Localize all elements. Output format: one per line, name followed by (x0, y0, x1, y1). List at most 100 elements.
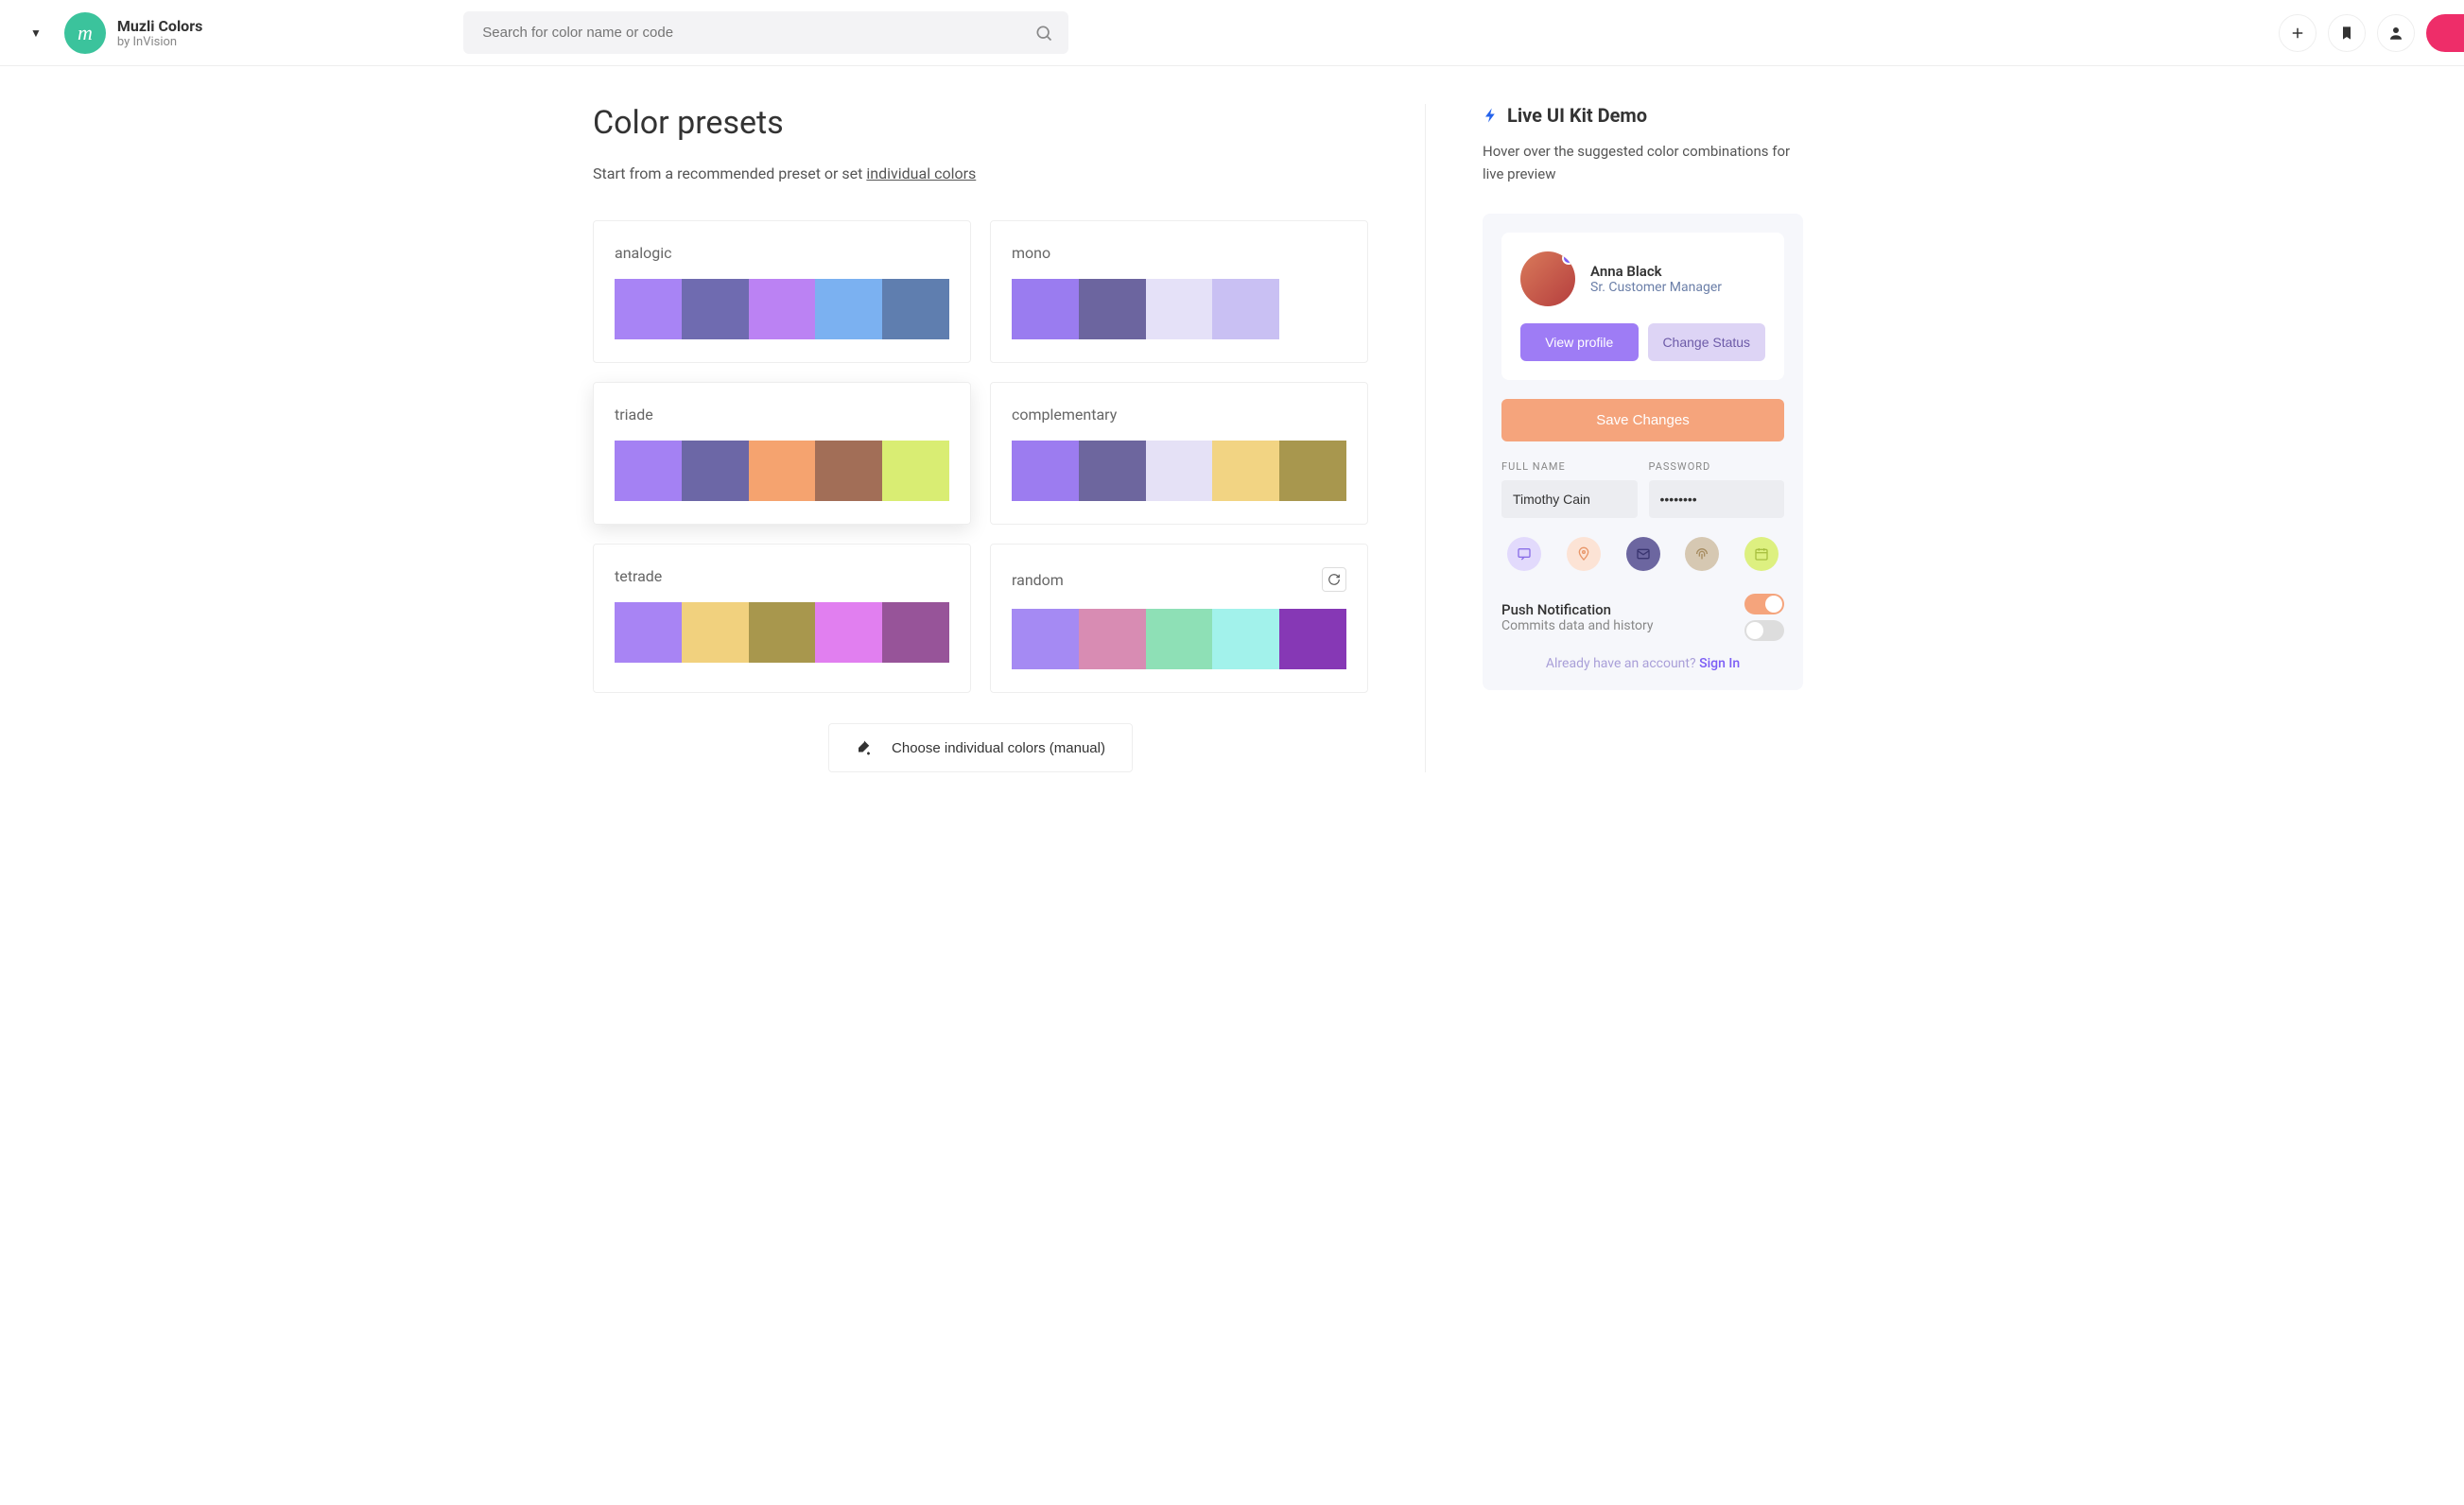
color-swatch[interactable] (1146, 279, 1213, 339)
color-swatch[interactable] (1012, 279, 1079, 339)
profile-role: Sr. Customer Manager (1590, 280, 1722, 295)
preset-card-analogic[interactable]: analogic (593, 220, 971, 363)
add-button[interactable] (2279, 14, 2317, 52)
preset-name-label: triade (615, 406, 653, 424)
color-swatch[interactable] (1212, 441, 1279, 501)
profile-card: Anna Black Sr. Customer Manager View pro… (1501, 233, 1784, 380)
color-swatch[interactable] (882, 279, 949, 339)
preset-card-random[interactable]: random (990, 544, 1368, 693)
avatar (1520, 251, 1575, 306)
calendar-icon[interactable] (1744, 537, 1779, 571)
color-swatch[interactable] (1079, 441, 1146, 501)
manual-button-label: Choose individual colors (manual) (892, 740, 1105, 756)
color-swatch[interactable] (1279, 441, 1346, 501)
swatch-row (615, 602, 949, 663)
save-changes-button[interactable]: Save Changes (1501, 399, 1784, 441)
fullname-input[interactable] (1501, 480, 1638, 518)
search-container (463, 11, 1068, 54)
page-subtitle: Start from a recommended preset or set i… (593, 164, 1368, 182)
color-swatch[interactable] (682, 279, 749, 339)
preset-name-label: mono (1012, 244, 1050, 262)
fingerprint-icon[interactable] (1685, 537, 1719, 571)
refresh-icon[interactable] (1322, 567, 1346, 592)
color-swatch[interactable] (1012, 609, 1079, 669)
color-swatch[interactable] (615, 441, 682, 501)
color-swatch[interactable] (615, 279, 682, 339)
preset-card-complementary[interactable]: complementary (990, 382, 1368, 525)
preset-name-label: complementary (1012, 406, 1117, 424)
swatch-row (615, 279, 949, 339)
demo-title: Live UI Kit Demo (1507, 104, 1647, 127)
color-swatch[interactable] (1212, 279, 1279, 339)
presets-grid: analogic mono triade complementary tetrade ra… (593, 220, 1368, 693)
subtitle-prefix: Start from a recommended preset or set (593, 164, 866, 182)
mail-icon[interactable] (1626, 537, 1660, 571)
page-title: Color presets (593, 104, 1368, 142)
profile-name: Anna Black (1590, 263, 1722, 280)
header-actions (2279, 14, 2441, 52)
demo-subtitle: Hover over the suggested color combinati… (1483, 140, 1803, 185)
fullname-label: FULL NAME (1501, 460, 1638, 473)
location-icon[interactable] (1567, 537, 1601, 571)
user-button[interactable] (2377, 14, 2415, 52)
color-swatch[interactable] (615, 602, 682, 663)
color-swatch[interactable] (682, 602, 749, 663)
preset-card-triade[interactable]: triade (593, 382, 971, 525)
brand[interactable]: m Muzli Colors by InVision (64, 12, 202, 54)
color-swatch[interactable] (1012, 441, 1079, 501)
swatch-row (1012, 441, 1346, 501)
paint-icon (856, 739, 873, 756)
push-toggle-on[interactable] (1744, 594, 1784, 614)
bolt-icon (1483, 107, 1500, 124)
color-swatch[interactable] (749, 279, 816, 339)
swatch-row (615, 441, 949, 501)
password-input[interactable] (1649, 480, 1785, 518)
push-toggle-off[interactable] (1744, 620, 1784, 641)
preset-name-label: analogic (615, 244, 672, 262)
icon-row (1501, 537, 1784, 571)
password-label: PASSWORD (1649, 460, 1785, 473)
demo-card: Anna Black Sr. Customer Manager View pro… (1483, 214, 1803, 690)
color-swatch[interactable] (1279, 609, 1346, 669)
signin-link[interactable]: Sign In (1699, 656, 1740, 671)
brand-title: Muzli Colors (117, 17, 202, 35)
push-notification-label: Push Notification (1501, 601, 1654, 618)
color-swatch[interactable] (682, 441, 749, 501)
color-swatch[interactable] (882, 602, 949, 663)
color-swatch[interactable] (1146, 609, 1213, 669)
swatch-row (1012, 609, 1346, 669)
manual-colors-button[interactable]: Choose individual colors (manual) (828, 723, 1133, 772)
color-swatch[interactable] (815, 279, 882, 339)
push-notification-sub: Commits data and history (1501, 618, 1654, 633)
swatch-row (1012, 279, 1346, 339)
signin-prefix: Already have an account? (1546, 656, 1699, 671)
brand-subtitle: by InVision (117, 35, 202, 49)
preset-card-tetrade[interactable]: tetrade (593, 544, 971, 693)
color-swatch[interactable] (815, 602, 882, 663)
search-input[interactable] (463, 11, 1068, 54)
change-status-button[interactable]: Change Status (1648, 323, 1766, 361)
app-header: ▼ m Muzli Colors by InVision (0, 0, 2464, 66)
color-swatch[interactable] (882, 441, 949, 501)
preset-name-label: tetrade (615, 567, 662, 585)
brand-logo: m (64, 12, 106, 54)
preset-card-mono[interactable]: mono (990, 220, 1368, 363)
color-swatch[interactable] (1212, 609, 1279, 669)
dropdown-caret[interactable]: ▼ (23, 19, 49, 47)
search-icon[interactable] (1034, 24, 1053, 43)
signin-row: Already have an account? Sign In (1501, 656, 1784, 671)
color-swatch[interactable] (1079, 609, 1146, 669)
color-swatch[interactable] (1279, 279, 1346, 339)
color-swatch[interactable] (1079, 279, 1146, 339)
color-swatch[interactable] (815, 441, 882, 501)
view-profile-button[interactable]: View profile (1520, 323, 1639, 361)
individual-colors-link[interactable]: individual colors (866, 164, 976, 182)
demo-header: Live UI Kit Demo (1483, 104, 1803, 127)
preset-name-label: random (1012, 571, 1064, 589)
color-swatch[interactable] (1146, 441, 1213, 501)
color-swatch[interactable] (749, 602, 816, 663)
bookmark-button[interactable] (2328, 14, 2366, 52)
chat-icon[interactable] (1507, 537, 1541, 571)
color-swatch[interactable] (749, 441, 816, 501)
pink-action-button[interactable] (2426, 14, 2464, 52)
